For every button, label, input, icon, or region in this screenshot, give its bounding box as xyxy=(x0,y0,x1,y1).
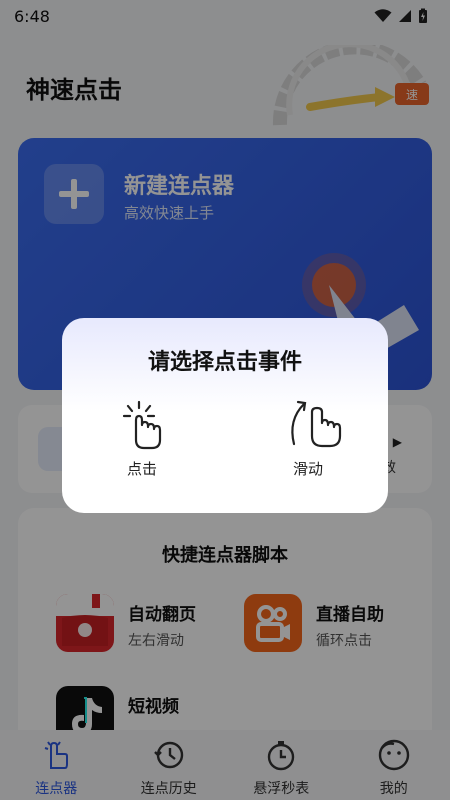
dialog-title: 请选择点击事件 xyxy=(147,350,302,375)
option-swipe-button[interactable]: 滑动 xyxy=(258,398,358,498)
option-tap-label: 点击 xyxy=(126,460,157,478)
tap-icon xyxy=(122,400,162,450)
click-event-dialog: 请选择点击事件 点击 滑动 xyxy=(62,318,388,513)
option-swipe-label: 滑动 xyxy=(292,460,323,478)
option-tap-button[interactable]: 点击 xyxy=(92,398,192,498)
swipe-icon xyxy=(291,400,342,448)
